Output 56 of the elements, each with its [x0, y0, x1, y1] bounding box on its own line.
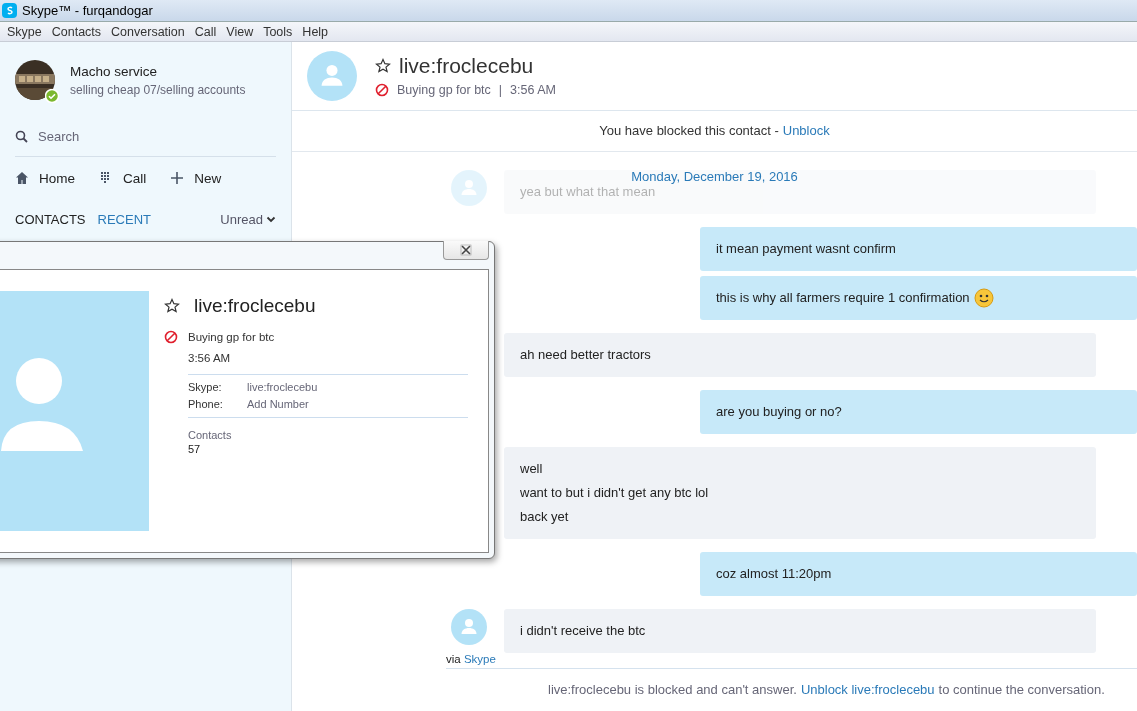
contact-avatar-icon [307, 50, 357, 101]
menu-item[interactable]: Call [189, 24, 222, 39]
skype-link[interactable]: Skype [463, 652, 496, 665]
home-icon [15, 171, 29, 185]
message-bubble: coz almost 11:20pm [700, 551, 1137, 596]
search-icon [15, 129, 28, 143]
date-separator: Monday, December 19, 2016 [630, 168, 799, 184]
local-time: 3:56 AM [188, 352, 468, 375]
blocked-notice: You have blocked this contact - [599, 123, 779, 139]
message-bubble: this is why all farmers require 1 confirmation [700, 275, 1137, 320]
menu-item[interactable]: Skype [2, 24, 47, 39]
contacts-label: Contacts [188, 429, 233, 441]
mood-message: selling cheap 07/selling accounts [70, 82, 246, 97]
menu-item[interactable]: View [221, 24, 259, 39]
star-icon[interactable] [375, 58, 391, 75]
local-time: 3:56 AM [510, 83, 556, 98]
menu-item[interactable]: Help [297, 24, 334, 39]
close-button[interactable] [443, 241, 489, 260]
via-label: via [446, 652, 462, 665]
field-label: Skype: [188, 381, 223, 393]
chevron-down-icon [266, 215, 276, 223]
window-title: Skype™ - furqandogar [22, 3, 153, 18]
toolbar-button[interactable]: Call [99, 170, 147, 186]
mood-message: Buying gp for btc [188, 331, 275, 343]
avatar-silhouette-icon [1, 358, 83, 451]
blocked-message: to continue the conversation. [938, 682, 1105, 698]
message-bubble: well want to but i didn't get any btc lol back yet [504, 446, 1096, 539]
menu-item[interactable]: Tools [258, 24, 298, 39]
menu-item[interactable]: Conversation [106, 24, 190, 39]
field-value: Add Number [247, 398, 310, 410]
toolbar-button[interactable]: New [170, 170, 222, 186]
unblock-link[interactable]: Unblock live:froclecebu [800, 682, 935, 698]
mood-message: Buying gp for btc [397, 83, 491, 98]
separator: | [498, 83, 503, 98]
search-field[interactable]: Search [15, 116, 276, 157]
tab[interactable]: CONTACTS [15, 211, 86, 227]
toolbar-button[interactable]: Home [15, 170, 75, 186]
close-icon [460, 244, 472, 256]
filter-dropdown[interactable]: Unread [220, 211, 276, 227]
tab[interactable]: RECENT [97, 211, 151, 227]
contact-name: live:froclecebu [399, 54, 534, 79]
message-bubble: it mean payment wasnt confirm [700, 226, 1137, 271]
message-bubble: i didn't receive the btc [504, 608, 1096, 653]
unblock-link[interactable]: Unblock [782, 123, 830, 139]
plus-icon [170, 171, 185, 185]
message-bubble: ah need better tractors [504, 332, 1096, 377]
star-icon[interactable] [164, 298, 180, 314]
message-bubble: are you buying or no? [700, 389, 1137, 434]
contact-name: live:froclecebu [194, 295, 316, 317]
contacts-count: 57 [188, 443, 202, 455]
blocked-message: live:froclecebu is blocked and can't answer. [548, 682, 797, 698]
menu-item[interactable]: Contacts [46, 24, 107, 39]
field-value: live:froclecebu [247, 381, 319, 393]
field-label: Phone: [188, 398, 224, 410]
profile-name: Macho service [70, 63, 159, 79]
app-logo-icon [2, 3, 17, 18]
